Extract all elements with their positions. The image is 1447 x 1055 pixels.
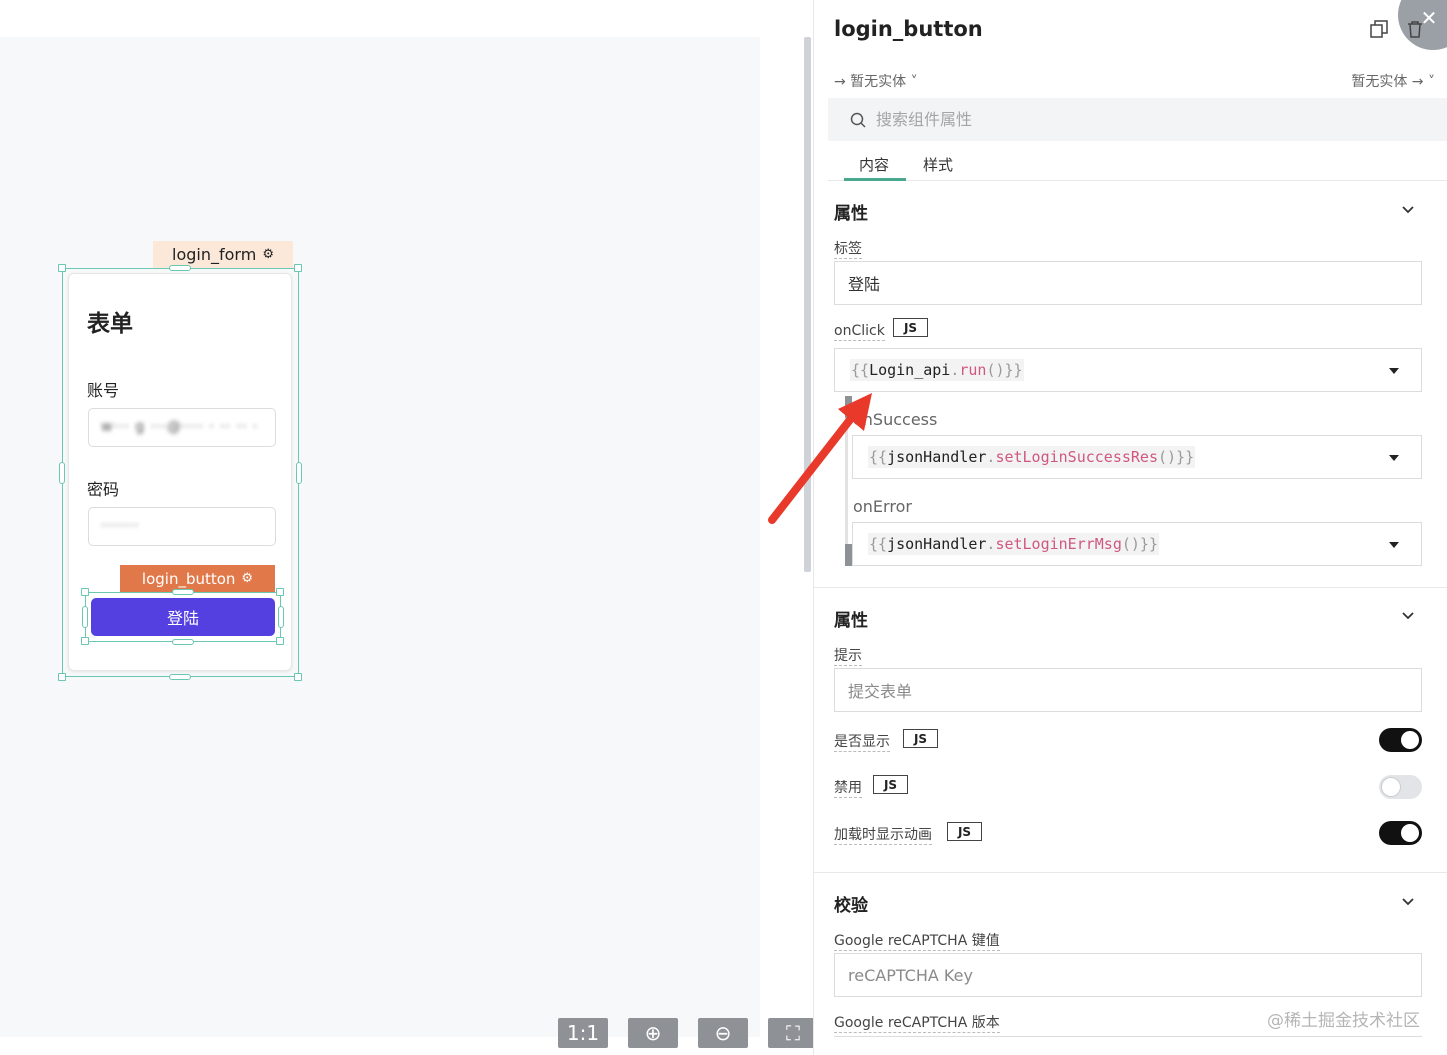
onerror-code: {{jsonHandler.setLoginErrMsg()}}	[868, 533, 1159, 555]
resize-handle[interactable]	[172, 639, 194, 645]
section-validation-title[interactable]: 校验	[834, 891, 868, 916]
button-component-tag[interactable]: login_button ⚙	[120, 565, 275, 592]
label-input[interactable]: 登陆	[834, 261, 1422, 305]
resize-handle[interactable]	[58, 673, 66, 681]
account-label: 账号	[87, 381, 120, 400]
account-value: w··· g ···@···· · ·· ·· ·	[101, 419, 259, 435]
onerror-action-select[interactable]: {{jsonHandler.setLoginErrMsg()}}	[852, 522, 1422, 566]
copy-icon[interactable]	[1370, 20, 1388, 38]
search-input[interactable]	[876, 110, 1396, 129]
toggle-knob	[1382, 778, 1400, 796]
annotation-arrow	[768, 393, 872, 524]
gear-icon[interactable]: ⚙	[241, 571, 253, 586]
onclick-label: onClick	[834, 323, 885, 341]
resize-handle[interactable]	[276, 637, 284, 645]
label-input-value: 登陆	[848, 275, 881, 294]
tab-active-indicator	[844, 178, 906, 181]
disabled-label: 禁用	[834, 780, 862, 798]
js-toggle-badge[interactable]: JS	[903, 729, 938, 748]
toggle-knob	[1401, 824, 1419, 842]
button-tag-label: login_button	[141, 569, 236, 588]
password-value: ·······	[101, 518, 140, 534]
resize-handle[interactable]	[59, 462, 65, 484]
app-root: login_form ⚙ 表单 账号 w··· g ···@···· · ·· …	[0, 0, 1447, 1055]
loading-animation-label: 加载时显示动画	[834, 827, 932, 845]
section-divider	[814, 587, 1447, 588]
js-toggle-badge[interactable]: JS	[947, 822, 982, 841]
gear-icon[interactable]: ⚙	[262, 247, 274, 262]
caret-down-icon[interactable]	[1389, 455, 1399, 461]
onclick-action-select[interactable]: {{Login_api.run()}}	[834, 348, 1422, 392]
onsuccess-code: {{jsonHandler.setLoginSuccessRes()}}	[868, 446, 1196, 468]
tab-content[interactable]: 内容	[859, 154, 889, 175]
recaptcha-key-label: Google reCAPTCHA 键值	[834, 933, 1000, 951]
recaptcha-key-input[interactable]: reCAPTCHA Key	[834, 953, 1422, 997]
properties-panel: login_button ✕ → 暂无实体 ˅ 暂无实体 → ˅ 内容 样式 属…	[813, 0, 1447, 1055]
nested-marker	[845, 544, 852, 566]
resize-handle[interactable]	[296, 462, 302, 484]
zoom-out-icon[interactable]: ⊖	[698, 1018, 748, 1048]
tooltip-placeholder: 提交表单	[848, 682, 913, 701]
visible-label: 是否显示	[834, 734, 890, 752]
chevron-down-icon[interactable]	[1399, 607, 1417, 625]
resize-handle[interactable]	[58, 264, 66, 272]
label-field-label: 标签	[834, 241, 862, 259]
entity-selector-left[interactable]: → 暂无实体 ˅	[834, 71, 918, 91]
disabled-toggle[interactable]	[1379, 775, 1422, 799]
watermark: @稀土掘金技术社区	[1267, 1011, 1420, 1031]
resize-handle[interactable]	[278, 606, 284, 628]
entity-selector-right[interactable]: 暂无实体 → ˅	[1351, 71, 1435, 91]
onsuccess-action-select[interactable]: {{jsonHandler.setLoginSuccessRes()}}	[852, 435, 1422, 479]
fit-screen-icon[interactable]: ⛶	[768, 1018, 818, 1048]
resize-handle[interactable]	[81, 637, 89, 645]
zoom-in-icon[interactable]: ⊕	[628, 1018, 678, 1048]
form-tag-label: login_form	[172, 245, 257, 264]
caret-down-icon[interactable]	[1389, 542, 1399, 548]
resize-handle[interactable]	[169, 674, 191, 680]
password-label: 密码	[87, 480, 120, 499]
chevron-down-icon[interactable]	[1399, 893, 1417, 911]
caret-down-icon[interactable]	[1389, 368, 1399, 374]
onclick-code: {{Login_api.run()}}	[850, 359, 1024, 381]
recaptcha-version-label: Google reCAPTCHA 版本	[834, 1015, 1000, 1033]
resize-handle[interactable]	[294, 264, 302, 272]
resize-handle[interactable]	[82, 606, 88, 628]
property-search[interactable]	[828, 98, 1447, 141]
chevron-down-icon[interactable]	[1399, 201, 1417, 219]
resize-handle[interactable]	[81, 588, 89, 596]
tooltip-input[interactable]: 提交表单	[834, 668, 1422, 712]
form-title: 表单	[87, 311, 133, 337]
component-name[interactable]: login_button	[834, 17, 983, 41]
resize-handle[interactable]	[169, 265, 191, 271]
panel-tabs: 内容 样式	[828, 146, 1447, 181]
account-input[interactable]: w··· g ···@···· · ·· ·· ·	[88, 408, 276, 447]
zoom-reset-button[interactable]: 1:1	[558, 1018, 608, 1048]
loading-animation-toggle[interactable]	[1379, 821, 1422, 845]
js-toggle-badge[interactable]: JS	[873, 775, 908, 794]
visible-toggle[interactable]	[1379, 728, 1422, 752]
search-icon	[850, 112, 866, 128]
toggle-knob	[1401, 731, 1419, 749]
resize-handle[interactable]	[294, 673, 302, 681]
resize-handle[interactable]	[276, 588, 284, 596]
section-divider	[834, 1036, 1422, 1037]
section-properties-2-title[interactable]: 属性	[834, 606, 868, 631]
section-divider	[814, 872, 1447, 873]
login-button[interactable]: 登陆	[91, 598, 275, 636]
tooltip-label: 提示	[834, 648, 862, 666]
form-component-tag[interactable]: login_form ⚙	[153, 241, 293, 268]
recaptcha-key-placeholder: reCAPTCHA Key	[848, 965, 973, 985]
resize-handle[interactable]	[172, 589, 194, 595]
js-toggle-badge[interactable]: JS	[893, 318, 928, 337]
section-properties-title[interactable]: 属性	[834, 199, 868, 224]
tab-style[interactable]: 样式	[923, 154, 953, 175]
password-input[interactable]: ·······	[88, 507, 276, 546]
close-icon[interactable]: ✕	[1417, 6, 1441, 30]
